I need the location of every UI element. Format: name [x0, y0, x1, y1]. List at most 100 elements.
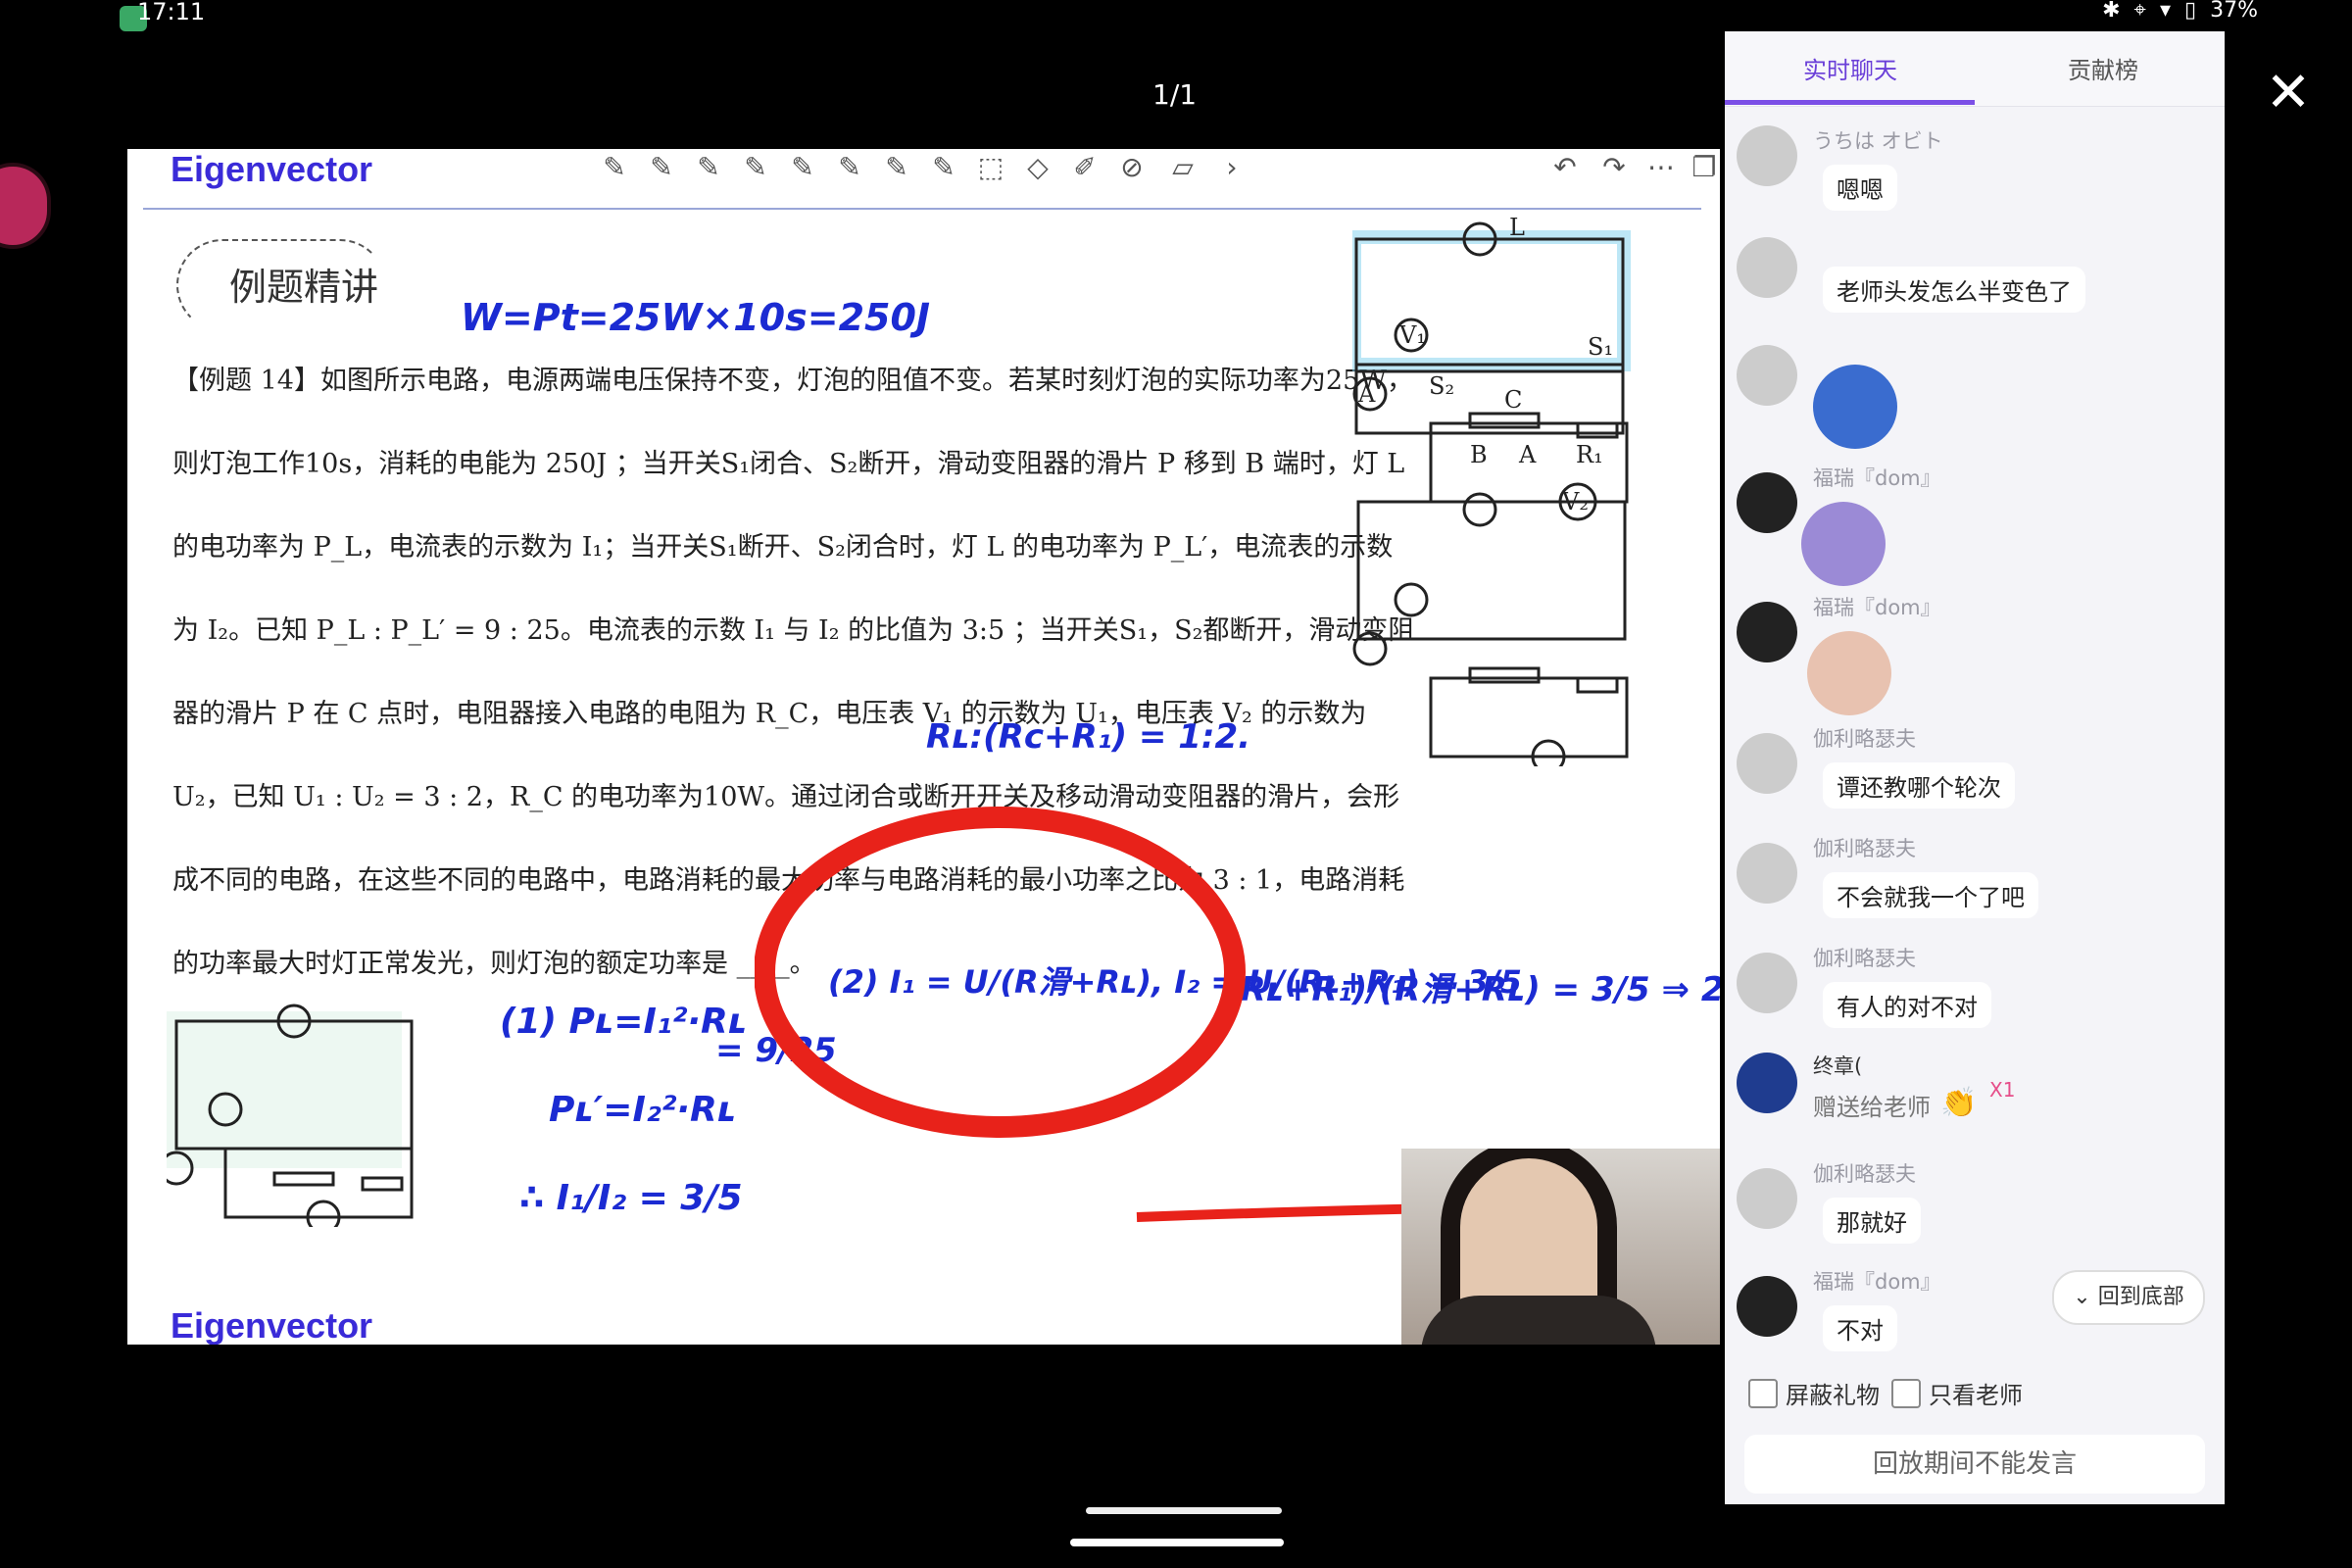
avatar	[1737, 345, 1797, 406]
brand-logo-bottom: Eigenvector	[171, 1305, 373, 1345]
avatar	[1737, 843, 1797, 904]
page-indicator: 1/1	[1152, 78, 1198, 111]
redo-icon[interactable]: ↷	[1597, 151, 1631, 184]
chevron-down-icon: ⌄	[2073, 1285, 2091, 1309]
chat-bubble: 谭还教哪个轮次	[1823, 762, 2015, 808]
whiteboard: Eigenvector ✎ ✎ ✎ ✎ ✎ ✎ ✎ ✎ ⬚ ◇ ✐ ⊘ ▱ › …	[127, 149, 1720, 1345]
avatar	[1737, 125, 1797, 186]
pen-tool-icon[interactable]: ✎	[645, 151, 678, 184]
label-R1: R₁	[1576, 441, 1603, 468]
ink-note-ratio: Rʟ:(Rc+R₁) = 1:2.	[926, 717, 1251, 757]
more-icon[interactable]: ⋯	[1644, 151, 1678, 184]
label-B: B	[1470, 441, 1488, 468]
chat-bubble: 老师头发怎么半变色了	[1823, 267, 2085, 313]
teacher-only-label: 只看老师	[1929, 1382, 2023, 1409]
chat-username: 福瑞『dom』	[1813, 596, 1941, 619]
gesture-bar[interactable]	[1070, 1539, 1284, 1546]
avatar	[1737, 953, 1797, 1013]
search-icon[interactable]	[0, 163, 51, 249]
section-title: 例题精讲	[229, 266, 379, 309]
highlighter-icon[interactable]: ✎	[880, 151, 913, 184]
pen-tool-icon[interactable]: ✎	[598, 151, 631, 184]
chevron-right-icon[interactable]: ›	[1215, 151, 1249, 184]
sticker-image	[1807, 631, 1891, 715]
gift-text: 赠送给老师	[1813, 1094, 1931, 1121]
gift-icon: 👏	[1940, 1086, 1978, 1120]
ink-step1-d: ∴ I₁/I₂ = 3/5	[519, 1178, 743, 1218]
wifi-icon: ▾	[2159, 0, 2171, 23]
chat-input-disabled: 回放期间不能发言	[1744, 1435, 2205, 1494]
chat-tabs: 实时聊天 贡献榜	[1725, 31, 2225, 107]
ink-step1-b: Pʟ′=I₂²·Rʟ	[549, 1090, 737, 1130]
highlighter-icon[interactable]: ✎	[833, 151, 866, 184]
teacher-video[interactable]	[1401, 1149, 1720, 1345]
board-toolbar: Eigenvector ✎ ✎ ✎ ✎ ✎ ✎ ✎ ✎ ⬚ ◇ ✐ ⊘ ▱ › …	[127, 149, 1720, 192]
block-gifts-label: 屏蔽礼物	[1786, 1382, 1880, 1409]
chat-bubble: 不对	[1823, 1305, 1897, 1351]
teacher-shirt	[1421, 1296, 1656, 1345]
chat-username: 伽利略瑟夫	[1813, 1162, 1916, 1186]
toolbar-divider	[143, 208, 1701, 210]
avatar	[1737, 1168, 1797, 1229]
undo-icon[interactable]: ↶	[1548, 151, 1582, 184]
label-S2: S₂	[1429, 372, 1454, 400]
tab-underline	[1725, 100, 1975, 105]
gift-count: X1	[1989, 1078, 2016, 1102]
chat-footer: 屏蔽礼物 只看老师 回放期间不能发言	[1725, 1356, 2225, 1504]
sticker-image	[1813, 365, 1897, 449]
avatar	[1737, 1276, 1797, 1337]
chat-username: 终章(	[1813, 1054, 1863, 1078]
battery-icon: ▯	[2183, 0, 2197, 23]
close-icon[interactable]: ✕	[2264, 66, 2313, 121]
chat-username: 福瑞『dom』	[1813, 466, 1941, 490]
label-V1: V₁	[1398, 321, 1426, 349]
block-gifts-checkbox[interactable]: 屏蔽礼物	[1748, 1376, 1880, 1410]
teacher-only-checkbox[interactable]: 只看老师	[1891, 1376, 2023, 1410]
ink-step1-a: (1) Pʟ=I₁²·Rʟ	[500, 1002, 748, 1042]
chat-bubble: 不会就我一个了吧	[1823, 872, 2038, 918]
checkbox-box[interactable]	[1891, 1378, 1921, 1408]
pen-tool-icon[interactable]: ✎	[692, 151, 725, 184]
label-L: L	[1509, 218, 1525, 241]
laser-icon[interactable]: ✐	[1068, 151, 1102, 184]
avatar	[1737, 602, 1797, 662]
lasso-icon[interactable]: ⊘	[1115, 151, 1149, 184]
avatar	[1737, 237, 1797, 298]
tab-live-chat[interactable]: 实时聊天	[1803, 51, 1897, 85]
back-to-bottom-label: 回到底部	[2097, 1285, 2184, 1309]
highlighter-icon[interactable]: ✎	[927, 151, 960, 184]
chat-username: うちは オビト	[1813, 129, 1943, 153]
chat-bubble: 那就好	[1823, 1198, 1921, 1244]
battery-level: 37%	[2210, 0, 2258, 23]
back-to-bottom-button[interactable]: ⌄ 回到底部	[2052, 1270, 2205, 1325]
checkbox-box[interactable]	[1748, 1378, 1778, 1408]
brand-logo: Eigenvector	[171, 149, 373, 189]
select-box-icon[interactable]: ⬚	[974, 151, 1007, 184]
location-icon: ⌖	[2133, 0, 2146, 23]
circuit-diagram-bottom	[167, 1004, 414, 1227]
pen-tool-icon[interactable]: ✎	[739, 151, 772, 184]
eraser-icon[interactable]: ◇	[1021, 151, 1054, 184]
label-A-terminal: A	[1518, 441, 1537, 468]
highlighter-icon[interactable]: ✎	[786, 151, 819, 184]
pages-icon[interactable]: ❐	[1688, 151, 1720, 184]
chat-bubble: 嗯嗯	[1823, 165, 1897, 211]
sticker-image	[1801, 502, 1886, 586]
status-icons: ✱ ⌖ ▾ ▯ 37%	[2102, 0, 2258, 23]
label-V2: V₂	[1561, 488, 1589, 515]
chat-username: 福瑞『dom』	[1813, 1270, 1941, 1294]
label-S1: S₁	[1588, 333, 1613, 361]
gesture-bar-top	[1086, 1507, 1282, 1514]
tab-contribution-rank[interactable]: 贡献榜	[2068, 51, 2138, 85]
avatar	[1737, 1053, 1797, 1113]
circuit-diagrams-right: L V₁ A S₁ S₂ C B A R₁ V₂	[1352, 218, 1631, 766]
chat-panel: 实时聊天 贡献榜 うちは オビト 嗯嗯 老师头发怎么半变色了 福瑞『dom』 福…	[1725, 31, 2225, 1504]
ruler-icon[interactable]: ▱	[1166, 151, 1200, 184]
label-A: A	[1357, 380, 1376, 408]
avatar	[1737, 472, 1797, 533]
chat-username: 伽利略瑟夫	[1813, 947, 1916, 970]
chat-username: 伽利略瑟夫	[1813, 727, 1916, 751]
label-C: C	[1504, 386, 1522, 414]
status-time: 17:11	[137, 0, 206, 25]
chat-username: 伽利略瑟夫	[1813, 837, 1916, 860]
